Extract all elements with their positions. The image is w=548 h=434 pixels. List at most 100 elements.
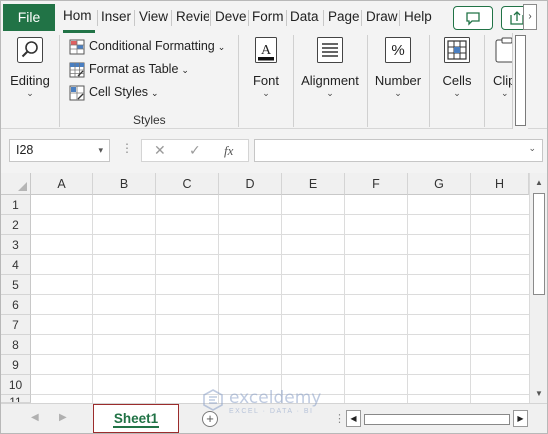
scroll-up-icon[interactable]: ▲	[535, 178, 543, 187]
column-header-a[interactable]: A	[31, 173, 93, 195]
alignment-button[interactable]: Alignment ⌄	[299, 36, 361, 104]
expand-formula-bar-icon[interactable]: ⌄	[528, 143, 536, 154]
scroll-tabs-right-button[interactable]: ›	[523, 4, 537, 30]
grid-line	[31, 214, 529, 215]
column-header-b[interactable]: B	[93, 173, 156, 195]
row-header-4[interactable]: 4	[1, 255, 31, 275]
tab-insert[interactable]: Inser	[101, 1, 133, 33]
comments-button[interactable]	[453, 6, 493, 30]
group-separator	[293, 35, 294, 127]
row-header-3[interactable]: 3	[1, 235, 31, 255]
tab-review[interactable]: Revie	[176, 1, 209, 33]
row-header-7[interactable]: 7	[1, 315, 31, 335]
row-header-9[interactable]: 9	[1, 355, 31, 375]
grid-line	[31, 334, 529, 335]
chevron-down-icon: ⌄	[453, 88, 461, 98]
formula-input[interactable]: ⌄	[254, 139, 543, 162]
column-header-h[interactable]: H	[471, 173, 529, 195]
conditional-formatting-label: Conditional Formatting	[89, 39, 215, 53]
grid-line	[407, 195, 408, 403]
excel-window: File Hom Inser View Revie Deve Form Data…	[0, 0, 548, 434]
grid-line	[31, 374, 529, 375]
format-as-table-label: Format as Table	[89, 62, 179, 76]
row-header-8[interactable]: 8	[1, 335, 31, 355]
cell-styles-button[interactable]: Cell Styles ⌄	[69, 82, 159, 102]
tab-formulas[interactable]: Form	[252, 1, 285, 33]
tab-help[interactable]: Help	[404, 1, 434, 33]
tab-page-layout[interactable]: Page	[328, 1, 360, 33]
cancel-icon[interactable]: ✕	[154, 140, 166, 161]
vertical-scrollbar[interactable]: ▲ ▼	[529, 173, 547, 403]
font-label: Font	[252, 73, 279, 88]
grid-line	[31, 394, 529, 395]
tab-developer[interactable]: Deve	[215, 1, 247, 33]
drag-handle-icon[interactable]: ⋮	[121, 141, 133, 155]
tab-split-handle-icon[interactable]: ⋮	[334, 412, 345, 425]
tab-data[interactable]: Data	[290, 1, 322, 33]
chevron-down-icon[interactable]: ▾	[98, 140, 103, 161]
editing-button[interactable]: Editing ⌄	[7, 36, 53, 104]
name-box[interactable]: I28 ▾	[9, 139, 110, 162]
next-sheet-icon[interactable]: ▶	[59, 412, 67, 423]
select-all-button[interactable]	[1, 173, 31, 195]
add-sheet-button[interactable]: +	[202, 411, 218, 427]
ribbon-tab-bar: File Hom Inser View Revie Deve Form Data…	[1, 1, 547, 33]
column-header-c[interactable]: C	[156, 173, 219, 195]
tab-separator	[248, 10, 249, 26]
column-header-g[interactable]: G	[408, 173, 471, 195]
horizontal-scrollbar[interactable]: ◀ ▶	[346, 410, 528, 428]
tab-separator	[210, 10, 211, 26]
group-separator	[59, 35, 60, 127]
horizontal-scroll-thumb[interactable]	[364, 414, 510, 425]
font-button[interactable]: A Font ⌄	[247, 36, 285, 104]
column-header-f[interactable]: F	[345, 173, 408, 195]
ribbon-scroll-thumb[interactable]	[515, 35, 526, 126]
worksheet-grid[interactable]: A B C D E F G H 1 2 3 4 5 6 7 8 9 10 11	[1, 173, 547, 403]
row-header-5[interactable]: 5	[1, 275, 31, 295]
tab-separator	[134, 10, 135, 26]
tab-separator	[361, 10, 362, 26]
scroll-right-icon[interactable]: ▶	[513, 410, 528, 427]
font-icon-glyph: A	[261, 43, 272, 58]
group-separator	[238, 35, 239, 127]
grid-line	[344, 195, 345, 403]
number-button[interactable]: % Number ⌄	[374, 36, 422, 104]
ribbon-scrollbar[interactable]	[512, 33, 528, 129]
conditional-formatting-button[interactable]: Conditional Formatting ⌄	[69, 36, 225, 56]
tab-draw[interactable]: Draw	[366, 1, 398, 33]
grid-line	[155, 195, 156, 403]
cells-label: Cells	[442, 73, 472, 88]
previous-sheet-icon[interactable]: ◀	[31, 412, 39, 423]
scroll-down-icon[interactable]: ▼	[535, 389, 543, 398]
formula-bar: I28 ▾ ⋮ ✕ ✓ fx ⌄	[1, 129, 547, 173]
clipboard-icon	[495, 37, 513, 63]
row-header-1[interactable]: 1	[1, 195, 31, 215]
chevron-down-icon: ⌄	[501, 88, 509, 98]
insert-function-icon[interactable]: fx	[224, 140, 233, 161]
tab-home[interactable]: Hom	[63, 1, 95, 33]
row-header-6[interactable]: 6	[1, 295, 31, 315]
clipboard-button[interactable]: Clip ⌄	[489, 36, 513, 104]
grid-line	[31, 354, 529, 355]
column-header-e[interactable]: E	[282, 173, 345, 195]
column-header-d[interactable]: D	[219, 173, 282, 195]
chevron-down-icon: ⌄	[394, 88, 402, 98]
row-header-10[interactable]: 10	[1, 375, 31, 395]
row-header-11[interactable]: 11	[1, 395, 31, 403]
scroll-left-icon[interactable]: ◀	[346, 410, 361, 427]
tab-view[interactable]: View	[139, 1, 170, 33]
format-as-table-button[interactable]: Format as Table ⌄	[69, 59, 189, 79]
file-tab[interactable]: File	[3, 4, 55, 31]
clipboard-label: Clip	[493, 73, 513, 88]
alignment-label: Alignment	[301, 73, 359, 88]
tab-separator	[171, 10, 172, 26]
vertical-scroll-thumb[interactable]	[533, 193, 545, 295]
enter-icon[interactable]: ✓	[189, 140, 201, 161]
chevron-down-icon: ⌄	[326, 88, 334, 98]
grid-line	[31, 274, 529, 275]
sheet-tab-sheet1[interactable]: Sheet1	[93, 404, 179, 433]
grid-line	[281, 195, 282, 403]
cells-button[interactable]: Cells ⌄	[437, 36, 477, 104]
row-header-2[interactable]: 2	[1, 215, 31, 235]
tab-separator	[399, 10, 400, 26]
